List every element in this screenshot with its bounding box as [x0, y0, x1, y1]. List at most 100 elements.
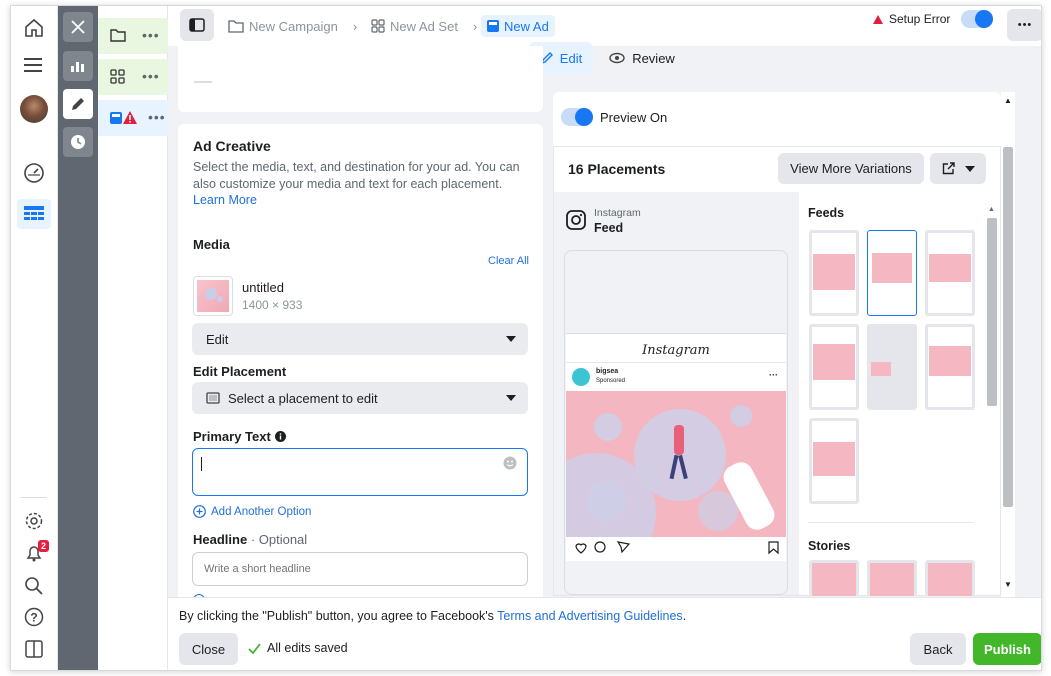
placements-count: 16 Placements: [568, 161, 666, 177]
add-another-option-button[interactable]: Add Another Option: [193, 505, 311, 518]
ads-manager-table-icon[interactable]: [17, 199, 51, 229]
placement-select-dropdown[interactable]: Select a placement to edit: [192, 382, 528, 414]
breadcrumb-campaign[interactable]: New Campaign ›: [228, 15, 357, 37]
placements-scrollbar[interactable]: ▲: [986, 206, 998, 596]
tree-item-campaign[interactable]: •••: [98, 18, 168, 54]
story-thumbnail[interactable]: [867, 560, 917, 596]
close-editor-icon[interactable]: [63, 12, 93, 42]
footer-bar: By clicking the "Publish" button, you ag…: [168, 597, 1041, 670]
headline-label: Headline · Optional: [193, 532, 307, 547]
publish-button[interactable]: Publish: [973, 633, 1041, 665]
preview-platform: Instagram: [594, 207, 641, 219]
breadcrumb-ad-set[interactable]: New Ad Set ›: [371, 15, 477, 37]
close-button[interactable]: Close: [179, 633, 238, 665]
checkmark-icon: [248, 642, 261, 654]
media-thumbnail[interactable]: [193, 276, 233, 316]
page-scrollbar[interactable]: ▲ ▼: [1001, 92, 1015, 597]
tree-item-ad-set[interactable]: •••: [98, 59, 168, 95]
help-icon[interactable]: ?: [20, 603, 48, 631]
svg-text:?: ?: [30, 611, 37, 625]
more-options-icon[interactable]: •••: [142, 68, 160, 84]
dropdown-value: Edit: [206, 331, 229, 347]
search-icon[interactable]: [20, 572, 48, 600]
settings-gear-icon[interactable]: [20, 507, 48, 535]
notifications-bell-icon[interactable]: 2: [20, 539, 50, 567]
more-options-icon[interactable]: •••: [148, 109, 166, 125]
home-icon[interactable]: [20, 14, 48, 42]
back-button[interactable]: Back: [910, 633, 966, 665]
preview-container: 16 Placements View More Variations Insta…: [553, 146, 1001, 596]
preview-toggle[interactable]: [561, 108, 593, 126]
caret-down-icon: [964, 165, 975, 172]
chevron-right-icon: ›: [352, 18, 358, 34]
setup-error-indicator[interactable]: Setup Error: [873, 12, 950, 26]
ad-creative-title: Ad Creative: [193, 138, 271, 154]
ad-creative-description: Select the media, text, and destination …: [193, 160, 520, 191]
breadcrumb-label: New Ad Set: [390, 18, 458, 34]
headline-optional-text: · Optional: [250, 532, 308, 547]
placement-thumbnail[interactable]: [867, 324, 917, 410]
story-thumbnail[interactable]: [925, 560, 975, 596]
story-thumbnail[interactable]: [809, 560, 859, 596]
text-cursor: [201, 456, 202, 471]
folder-icon: [228, 19, 244, 33]
terms-prefix: By clicking the "Publish" button, you ag…: [179, 609, 498, 623]
post-more-icon[interactable]: ···: [769, 370, 778, 380]
more-options-icon[interactable]: •••: [142, 27, 160, 43]
previous-section-card: [178, 46, 543, 112]
side-panel-toggle-icon[interactable]: [20, 635, 48, 663]
primary-text-label-text: Primary Text: [193, 429, 271, 444]
placement-thumbnail[interactable]: [809, 418, 859, 504]
placement-thumbnail-selected[interactable]: [867, 230, 917, 316]
preview-toggle-label: Preview On: [600, 110, 668, 125]
view-more-variations-button[interactable]: View More Variations: [778, 153, 924, 184]
caret-down-icon: [506, 336, 516, 342]
top-bar: New Campaign › New Ad Set › New Ad Setup…: [168, 6, 1041, 46]
placement-thumbnail[interactable]: [925, 230, 975, 316]
breadcrumb-ad[interactable]: New Ad: [481, 15, 555, 37]
account-avatar: [572, 368, 590, 386]
preview-position: Feed: [594, 221, 624, 235]
preview-toggle-bar: Preview On: [553, 92, 1001, 148]
clear-all-link[interactable]: Clear All: [488, 255, 529, 267]
instagram-icon: [566, 210, 586, 230]
learn-more-link[interactable]: Learn More: [193, 193, 257, 207]
external-link-icon: [942, 162, 955, 175]
chevron-right-icon: ›: [472, 18, 478, 34]
menu-icon[interactable]: [20, 51, 48, 79]
history-clock-icon[interactable]: [63, 127, 93, 157]
placement-thumbnail[interactable]: [809, 230, 859, 316]
insights-chart-icon[interactable]: [63, 51, 93, 81]
open-external-button[interactable]: [930, 153, 986, 184]
publish-toggle[interactable]: [961, 10, 993, 28]
ads-manager-window: 2 ? ••• ••• ••• New Campaign › New Ad Se…: [10, 5, 1042, 671]
media-name: untitled: [242, 280, 284, 295]
placement-thumbnail[interactable]: [809, 324, 859, 410]
add-option-label: Add Another Option: [211, 505, 312, 518]
tab-review[interactable]: Review: [607, 42, 677, 74]
avatar[interactable]: [20, 95, 48, 123]
nav-rail: 2 ?: [11, 6, 58, 670]
edit-media-dropdown[interactable]: Edit: [192, 323, 528, 355]
account-name: bigsea: [596, 368, 619, 375]
primary-text-input[interactable]: [192, 448, 528, 496]
terms-link[interactable]: Terms and Advertising Guidelines: [497, 609, 683, 623]
publish-terms-notice: By clicking the "Publish" button, you ag…: [179, 609, 686, 623]
sidebar-toggle-icon[interactable]: [180, 9, 214, 41]
placement-thumbnail[interactable]: [925, 324, 975, 410]
edit-placement-label: Edit Placement: [193, 364, 287, 379]
primary-text-label: Primary Text: [193, 429, 286, 444]
dashboard-gauge-icon[interactable]: [20, 159, 48, 187]
more-menu-button[interactable]: •••: [1007, 9, 1041, 41]
headline-input[interactable]: [192, 552, 528, 586]
info-icon[interactable]: [274, 431, 286, 442]
campaign-tree: ••• ••• •••: [98, 6, 168, 670]
edit-pencil-icon[interactable]: [63, 89, 93, 119]
emoji-icon[interactable]: [503, 456, 517, 470]
tab-label: Edit: [559, 50, 583, 66]
terms-suffix: .: [682, 609, 687, 623]
tree-item-ad[interactable]: •••: [98, 100, 168, 136]
feeds-label: Feeds: [808, 206, 845, 220]
media-label: Media: [193, 237, 230, 252]
post-actions: [575, 541, 779, 555]
